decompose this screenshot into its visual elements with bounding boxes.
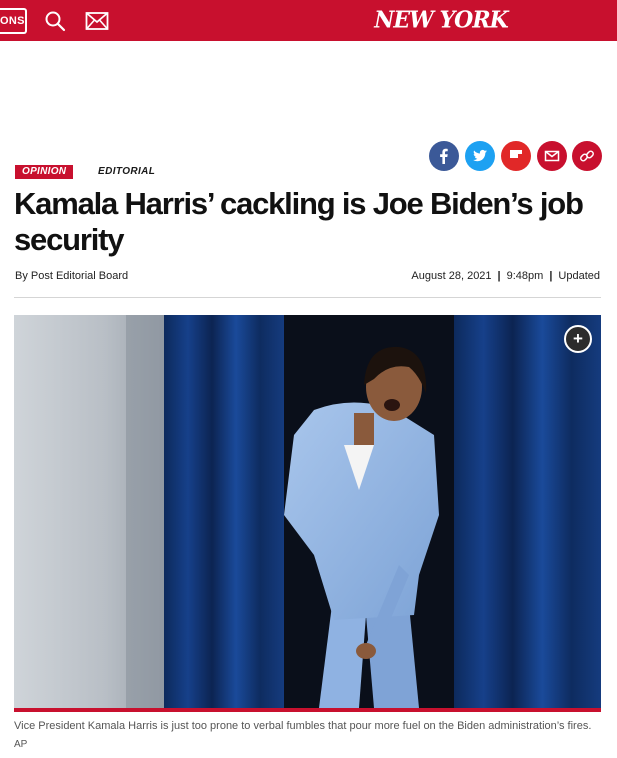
link-icon [580,150,594,162]
email-icon [544,150,560,162]
opinion-tag[interactable]: OPINION [15,165,74,179]
share-flipboard-button[interactable] [501,141,531,171]
updated-label: Updated [558,270,600,282]
photo-accent-rule [14,708,601,712]
photo-credit: AP [14,739,28,750]
twitter-icon [473,149,487,162]
search-icon[interactable] [43,9,67,33]
newsletter-mail-icon[interactable] [85,9,109,33]
separator: | [497,270,501,282]
publish-date: August 28, 2021 [411,270,492,282]
article-photo[interactable] [14,315,601,708]
separator: | [549,270,553,282]
divider [14,297,601,298]
dateline: August 28, 2021 | 9:48pm | Updated [411,270,600,282]
article-headline: Kamala Harris’ cackling is Joe Biden’s j… [14,186,584,257]
facebook-icon [440,148,448,164]
photo-caption: Vice President Kamala Harris is just too… [14,720,592,732]
flipboard-icon [510,150,522,158]
publish-time: 9:48pm [506,270,544,282]
share-email-button[interactable] [537,141,567,171]
copy-link-button[interactable] [572,141,602,171]
share-twitter-button[interactable] [465,141,495,171]
editorial-category-link[interactable]: EDITORIAL [98,165,155,179]
site-logo[interactable]: NEW YORK POST [357,4,525,65]
top-nav-bar: ONS NEW YORK POST [0,0,617,65]
sections-button[interactable]: ONS [0,8,27,34]
share-facebook-button[interactable] [429,141,459,171]
expand-image-button[interactable]: + [564,325,592,353]
byline[interactable]: By Post Editorial Board [15,270,128,282]
